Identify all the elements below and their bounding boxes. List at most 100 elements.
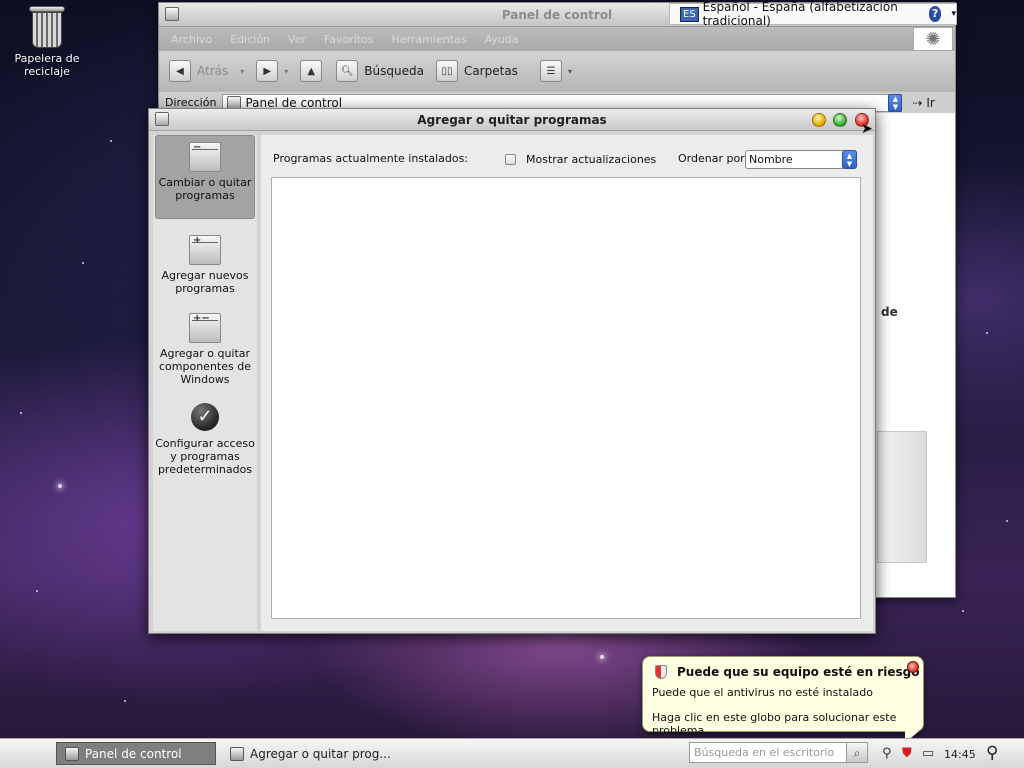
balloon-action-text: Haga clic en este globo para solucionar … — [652, 711, 897, 737]
recycle-bin-label: Papelera de reciclaje — [14, 52, 80, 78]
sidebar-item-add-new[interactable]: + Agregar nuevos programas — [155, 229, 255, 295]
menu-archivo[interactable]: Archivo — [171, 33, 212, 46]
address-dropdown-icon[interactable]: ▲ ▼ — [888, 93, 903, 112]
up-arrow-icon: ▲ — [307, 65, 316, 77]
menu-favoritos[interactable]: Favoritos — [324, 33, 374, 46]
folders-icon: ▯▯ — [441, 65, 453, 77]
taskbar: Panel de control Agregar o quitar prog..… — [0, 738, 1024, 768]
show-updates-label[interactable]: Mostrar actualizaciones — [526, 153, 656, 166]
menu-edicion[interactable]: Edición — [230, 33, 270, 46]
star — [600, 655, 604, 659]
star — [124, 700, 126, 702]
desktop-search-button[interactable]: ⌕ — [846, 742, 868, 763]
apple-logo-panel — [877, 431, 927, 563]
spotlight-search-icon[interactable]: ⚲ — [986, 743, 998, 763]
star — [82, 262, 84, 264]
back-dropdown-icon[interactable]: ▾ — [240, 67, 244, 76]
show-updates-checkbox[interactable] — [505, 154, 516, 165]
recycle-bin-shortcut[interactable]: Papelera de reciclaje — [14, 4, 80, 78]
sidebar-item-label: Cambiar o quitar programas — [158, 176, 252, 202]
add-remove-programs-window[interactable]: Agregar o quitar programas ➤ − Cambiar o… — [148, 108, 876, 634]
menu-ayuda[interactable]: Ayuda — [484, 33, 518, 46]
sort-by-value: Nombre — [749, 153, 793, 166]
menu-ver[interactable]: Ver — [288, 33, 306, 46]
checkmark-icon: ✓ — [191, 403, 219, 431]
balloon-close-button[interactable] — [907, 661, 919, 673]
maximize-button[interactable] — [833, 113, 847, 127]
windows-components-icon: +− — [189, 313, 221, 343]
search-icon: ⌕ — [853, 746, 861, 760]
folders-button[interactable]: ▯▯ — [435, 60, 458, 82]
language-code[interactable]: ES — [680, 6, 699, 22]
sidebar-item-windows-components[interactable]: +− Agregar o quitar componentes de Windo… — [155, 307, 255, 386]
magnifier-icon: 🔍︎ — [340, 65, 354, 77]
add-remove-task-icon — [230, 746, 244, 761]
star — [58, 484, 62, 488]
add-remove-titlebar[interactable]: Agregar o quitar programas ➤ — [149, 109, 875, 137]
taskbar-item-control-panel[interactable]: Panel de control — [56, 742, 216, 765]
installed-programs-list[interactable] — [271, 177, 861, 619]
security-tray-icon[interactable]: ⛊ — [902, 746, 912, 761]
sidebar-item-program-access[interactable]: ✓ Configurar acceso y programas predeter… — [155, 397, 255, 476]
language-name[interactable]: Español - España (alfabetización tradici… — [703, 0, 919, 28]
forward-button[interactable]: ▶ — [256, 60, 279, 82]
search-label[interactable]: Búsqueda — [364, 64, 424, 78]
star — [20, 412, 22, 414]
back-label[interactable]: Atrás — [197, 64, 228, 78]
add-new-programs-icon: + — [189, 235, 221, 265]
menu-bar: Archivo Edición Ver Favoritos Herramient… — [159, 27, 955, 51]
folders-label[interactable]: Carpetas — [464, 64, 518, 78]
toolbar: ◀ Atrás ▾ ▶ ▾ ▲ 🔍︎ Búsqueda ▯▯ Carpetas … — [159, 51, 955, 91]
task-label: Panel de control — [85, 746, 182, 761]
star — [36, 590, 38, 592]
go-button[interactable]: ⇢ Ir — [912, 96, 934, 110]
tasks-sidebar: − Cambiar o quitar programas + Agregar n… — [153, 135, 257, 631]
star — [1006, 520, 1008, 522]
battery-tray-icon[interactable]: ▭ — [922, 746, 934, 761]
sidebar-item-label: Agregar nuevos programas — [161, 269, 249, 295]
go-arrow-icon: ⇢ — [912, 95, 923, 110]
sidebar-item-label: Configurar acceso y programas predetermi… — [155, 437, 255, 476]
views-icon: ☰ — [546, 65, 556, 77]
minimize-button[interactable] — [812, 113, 826, 127]
sort-by-select[interactable]: Nombre ▲ ▼ — [745, 150, 857, 169]
views-button[interactable]: ☰ — [539, 60, 562, 82]
menu-herramientas[interactable]: Herramientas — [392, 33, 467, 46]
throbber-icon: ✺ — [913, 27, 953, 51]
balloon-title: Puede que su equipo esté en riesgo — [677, 665, 920, 679]
go-label: Ir — [926, 95, 935, 110]
control-panel-task-icon — [65, 746, 79, 761]
taskbar-item-add-remove[interactable]: Agregar o quitar prog... — [222, 742, 392, 765]
desktop-search-input[interactable]: Búsqueda en el escritorio — [689, 742, 867, 763]
zoom-tray-icon[interactable]: ⚲ — [882, 746, 892, 761]
control-panel-text-fragment: de — [881, 305, 898, 319]
language-options-icon[interactable]: ▾ — [951, 9, 956, 19]
balloon-message: Puede que el antivirus no esté instalado — [652, 686, 873, 699]
sidebar-item-change-remove[interactable]: − Cambiar o quitar programas — [155, 135, 255, 219]
sort-by-label: Ordenar por: — [678, 152, 749, 165]
show-updates-toggle[interactable]: Mostrar actualizaciones — [505, 153, 656, 166]
star — [962, 610, 964, 612]
recycle-bin-icon — [29, 4, 65, 48]
star — [110, 140, 112, 142]
change-remove-programs-icon: − — [189, 142, 221, 172]
security-shield-icon — [655, 665, 667, 679]
installed-programs-label: Programas actualmente instalados: — [273, 152, 469, 165]
back-arrow-icon: ◀ — [176, 65, 184, 77]
up-button[interactable]: ▲ — [300, 60, 323, 82]
forward-dropdown-icon[interactable]: ▾ — [284, 67, 288, 76]
clock[interactable]: 14:45 — [944, 748, 976, 761]
security-balloon[interactable]: Puede que su equipo esté en riesgo Puede… — [642, 656, 924, 743]
search-button[interactable]: 🔍︎ — [336, 60, 359, 82]
language-bar[interactable]: ES Español - España (alfabetización trad… — [669, 0, 957, 28]
sort-dropdown-icon[interactable]: ▲ ▼ — [842, 150, 857, 169]
programs-panel: Programas actualmente instalados: Mostra… — [261, 135, 873, 631]
back-button[interactable]: ◀ — [169, 60, 191, 82]
forward-arrow-icon: ▶ — [263, 65, 272, 77]
task-label: Agregar o quitar prog... — [250, 746, 391, 761]
views-dropdown-icon[interactable]: ▾ — [568, 67, 572, 76]
help-icon[interactable]: ? — [928, 6, 942, 22]
sidebar-item-label: Agregar o quitar componentes de Windows — [159, 347, 251, 386]
add-remove-title: Agregar o quitar programas — [417, 113, 607, 127]
star — [986, 332, 988, 334]
